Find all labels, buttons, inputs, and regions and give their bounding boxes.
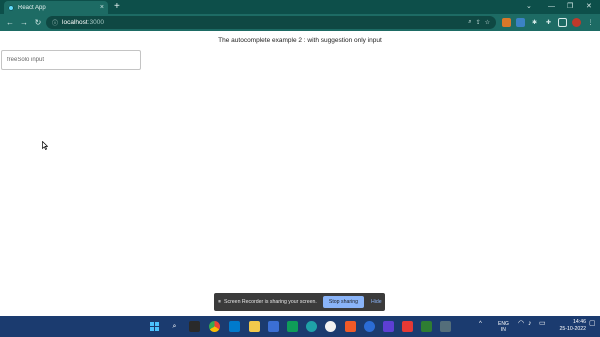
battery-icon[interactable]: ▭	[539, 320, 546, 327]
camera-icon[interactable]	[440, 321, 451, 332]
page-heading: The autocomplete example 2 : with sugges…	[218, 37, 382, 44]
share-message: Screen Recorder is sharing your screen.	[224, 299, 317, 305]
profile-avatar[interactable]	[572, 18, 581, 27]
info-icon[interactable]: ⓘ	[52, 18, 58, 27]
volume-icon[interactable]: ♪	[528, 320, 532, 327]
freesolo-input[interactable]	[7, 57, 135, 63]
close-window-button[interactable]: ✕	[586, 1, 592, 13]
app-icon-purple[interactable]	[383, 321, 394, 332]
windows-start-icon[interactable]	[149, 321, 160, 332]
reload-icon[interactable]: ↻	[31, 18, 45, 27]
edge-icon[interactable]	[306, 321, 317, 332]
url-text: localhost:3000	[62, 19, 104, 26]
forward-arrow-icon[interactable]: →	[17, 18, 31, 27]
hide-button[interactable]: Hide	[371, 299, 382, 305]
screen-share-bar: ⏸ Screen Recorder is sharing your screen…	[214, 293, 385, 311]
app-icon-green[interactable]	[287, 321, 298, 332]
freesolo-input-field[interactable]	[1, 50, 141, 70]
notification-icon[interactable]: ▢	[589, 320, 596, 327]
windows-taskbar: ⌕ ^ ENG IN ◠ ♪ ▭ 14:46 25-10-2022 ▢	[0, 316, 600, 337]
firefox-icon[interactable]	[364, 321, 375, 332]
vscode-icon[interactable]	[229, 321, 240, 332]
minimize-button[interactable]: —	[548, 1, 555, 13]
chrome-icon[interactable]	[209, 321, 220, 332]
tab-react-app[interactable]: React App ×	[4, 1, 108, 14]
language-indicator[interactable]: ENG IN	[498, 321, 509, 333]
address-bar[interactable]: ⓘ localhost:3000 ⌕ ⇪ ☆	[46, 16, 496, 29]
extension-gear-icon[interactable]: ✱	[530, 18, 539, 27]
tab-search-icon[interactable]: ⌄	[526, 1, 532, 13]
browser-toolbar: ← → ↻ ⓘ localhost:3000 ⌕ ⇪ ☆ ✱ ✚ ⋮	[0, 14, 600, 31]
pause-icon: ⏸	[218, 298, 222, 305]
back-arrow-icon[interactable]: ←	[3, 18, 17, 27]
new-tab-button[interactable]: +	[114, 1, 120, 13]
tab-title: React App	[18, 4, 46, 11]
task-view-icon[interactable]	[189, 321, 200, 332]
share-icon[interactable]: ⇪	[476, 19, 481, 26]
side-panel-icon[interactable]	[558, 18, 567, 27]
file-explorer-icon[interactable]	[249, 321, 260, 332]
tab-close-icon[interactable]: ×	[100, 4, 104, 11]
extension-video-icon[interactable]	[516, 18, 525, 27]
store-icon[interactable]	[268, 321, 279, 332]
extension-fox-icon[interactable]	[502, 18, 511, 27]
tray-chevron-icon[interactable]: ^	[479, 321, 482, 327]
restore-button[interactable]: ❐	[567, 1, 573, 13]
brave-icon[interactable]	[345, 321, 356, 332]
chrome-canary-icon[interactable]	[325, 321, 336, 332]
mouse-cursor-icon	[42, 141, 48, 150]
browser-tabstrip: React App × + ⌄ — ❐ ✕	[0, 0, 600, 14]
wifi-icon[interactable]: ◠	[518, 320, 524, 327]
stop-sharing-button[interactable]: Stop sharing	[322, 296, 364, 308]
clock[interactable]: 14:46 25-10-2022	[559, 319, 586, 333]
extensions-puzzle-icon[interactable]: ✚	[544, 18, 553, 27]
zoom-icon[interactable]: ⌕	[468, 19, 471, 26]
app-icon-teal[interactable]	[421, 321, 432, 332]
search-icon[interactable]: ⌕	[169, 321, 180, 332]
recorder-icon[interactable]	[402, 321, 413, 332]
react-favicon-icon	[8, 4, 14, 11]
menu-kebab-icon[interactable]: ⋮	[586, 18, 595, 27]
bookmark-star-icon[interactable]: ☆	[485, 19, 490, 26]
